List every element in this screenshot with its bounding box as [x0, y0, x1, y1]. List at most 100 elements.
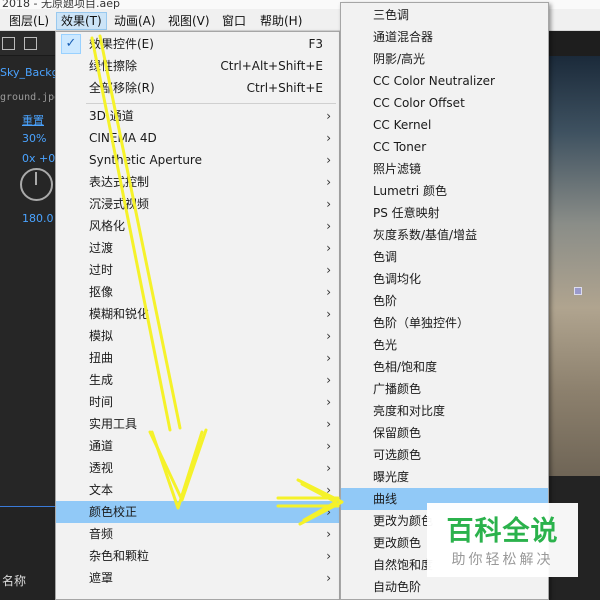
- submenu-item-label: PS 任意映射: [373, 206, 440, 220]
- menu-category-item[interactable]: 模糊和锐化 ›: [56, 303, 339, 325]
- anchor-handle-icon[interactable]: [574, 287, 582, 295]
- submenu-item-label: 色调均化: [373, 272, 422, 286]
- file-name: ground.jpg: [0, 92, 61, 103]
- submenu-item[interactable]: CC Kernel: [341, 114, 548, 136]
- menu-item-label: 全部移除(R): [89, 81, 155, 95]
- submenu-item[interactable]: 灰度系数/基值/增益: [341, 224, 548, 246]
- submenu-item[interactable]: 保留颜色: [341, 422, 548, 444]
- menu-category-item[interactable]: 抠像 ›: [56, 281, 339, 303]
- menu-category-item[interactable]: 杂色和颗粒 ›: [56, 545, 339, 567]
- menu-category-item[interactable]: 沉浸式视频 ›: [56, 193, 339, 215]
- chevron-right-icon: ›: [326, 285, 331, 299]
- menu-category-item[interactable]: Synthetic Aperture ›: [56, 149, 339, 171]
- menu-help[interactable]: 帮助(H): [256, 12, 306, 30]
- submenu-item[interactable]: 色阶（单独控件）: [341, 312, 548, 334]
- menu-category-item[interactable]: 模拟 ›: [56, 325, 339, 347]
- chevron-right-icon: ›: [326, 131, 331, 145]
- menu-category-label: 通道: [89, 439, 114, 453]
- submenu-item[interactable]: 色阶: [341, 290, 548, 312]
- chevron-right-icon: ›: [326, 571, 331, 585]
- chevron-right-icon: ›: [326, 527, 331, 541]
- menu-category-label: 时间: [89, 395, 114, 409]
- menu-item-wire-wipe[interactable]: 绿性擦除 Ctrl+Alt+Shift+E: [56, 55, 339, 77]
- submenu-item[interactable]: CC Color Offset: [341, 92, 548, 114]
- chevron-right-icon: ›: [326, 483, 331, 497]
- menu-category-item[interactable]: 过渡 ›: [56, 237, 339, 259]
- submenu-item[interactable]: 三色调: [341, 4, 548, 26]
- submenu-item-label: 灰度系数/基值/增益: [373, 228, 478, 242]
- menu-category-label: Synthetic Aperture: [89, 153, 202, 167]
- menu-category-item[interactable]: 扭曲 ›: [56, 347, 339, 369]
- menu-category-label: 颜色校正: [89, 505, 138, 519]
- menu-category-label: CINEMA 4D: [89, 131, 157, 145]
- submenu-item-label: CC Toner: [373, 140, 427, 154]
- snap-tool-icon[interactable]: [2, 37, 15, 50]
- chevron-right-icon: ›: [326, 505, 331, 519]
- submenu-item[interactable]: Lumetri 颜色: [341, 180, 548, 202]
- submenu-item[interactable]: PS 任意映射: [341, 202, 548, 224]
- viewer-header: [548, 31, 600, 56]
- menu-category-label: 模糊和锐化: [89, 307, 150, 321]
- menu-category-item[interactable]: 遮罩 ›: [56, 567, 339, 589]
- submenu-item[interactable]: 自动色阶: [341, 576, 548, 598]
- submenu-item-label: 更改颜色: [373, 536, 422, 550]
- menu-category-item[interactable]: 音频 ›: [56, 523, 339, 545]
- menu-category-item[interactable]: 时间 ›: [56, 391, 339, 413]
- submenu-item-label: 三色调: [373, 8, 410, 22]
- menu-category-item[interactable]: 实用工具 ›: [56, 413, 339, 435]
- chevron-right-icon: ›: [326, 395, 331, 409]
- submenu-item[interactable]: 照片滤镜: [341, 158, 548, 180]
- rectangle-tool-icon[interactable]: [24, 37, 37, 50]
- menu-category-item[interactable]: 生成 ›: [56, 369, 339, 391]
- menu-category-item[interactable]: 通道 ›: [56, 435, 339, 457]
- submenu-item-label: 广播颜色: [373, 382, 422, 396]
- menu-view[interactable]: 视图(V): [164, 12, 214, 30]
- menu-category-item[interactable]: 3D 通道 ›: [56, 105, 339, 127]
- submenu-item[interactable]: 曝光度: [341, 466, 548, 488]
- menu-category-item[interactable]: 过时 ›: [56, 259, 339, 281]
- menu-layer[interactable]: 图层(L): [5, 12, 53, 30]
- checkmark-icon: ✓: [61, 34, 81, 54]
- submenu-item[interactable]: 通道混合器: [341, 26, 548, 48]
- menu-category-label: 实用工具: [89, 417, 138, 431]
- menu-window[interactable]: 窗口: [218, 12, 250, 30]
- submenu-item[interactable]: CC Toner: [341, 136, 548, 158]
- submenu-item[interactable]: 色相/饱和度: [341, 356, 548, 378]
- menu-effects[interactable]: 效果(T): [56, 12, 107, 30]
- composition-viewer[interactable]: [548, 56, 600, 476]
- submenu-item[interactable]: 色调均化: [341, 268, 548, 290]
- opacity-value[interactable]: 30%: [22, 132, 46, 145]
- menu-item-remove-all[interactable]: 全部移除(R) Ctrl+Shift+E: [56, 77, 339, 99]
- menu-animation[interactable]: 动画(A): [110, 12, 160, 30]
- submenu-item-label: 更改为颜色: [373, 514, 434, 528]
- chevron-right-icon: ›: [326, 373, 331, 387]
- menu-item-effect-controls[interactable]: ✓ 效果控件(E) F3: [56, 33, 339, 55]
- submenu-item[interactable]: 阴影/高光: [341, 48, 548, 70]
- chevron-right-icon: ›: [326, 351, 331, 365]
- chevron-right-icon: ›: [326, 329, 331, 343]
- submenu-item[interactable]: 可选颜色: [341, 444, 548, 466]
- rotation-dial[interactable]: [20, 168, 53, 201]
- menu-category-item[interactable]: 风格化 ›: [56, 215, 339, 237]
- rotation-value[interactable]: 180.0: [22, 212, 54, 225]
- reset-link[interactable]: 重置: [22, 112, 44, 128]
- submenu-item[interactable]: 广播颜色: [341, 378, 548, 400]
- menu-separator: [86, 103, 336, 104]
- menu-category-item[interactable]: 表达式控制 ›: [56, 171, 339, 193]
- submenu-item[interactable]: 色光: [341, 334, 548, 356]
- submenu-item-label: 自动色阶: [373, 580, 422, 594]
- menu-item-shortcut: F3: [308, 37, 323, 51]
- submenu-item-label: 通道混合器: [373, 30, 434, 44]
- submenu-item[interactable]: 色调: [341, 246, 548, 268]
- menu-category-label: 杂色和颗粒: [89, 549, 150, 563]
- menu-category-item[interactable]: CINEMA 4D ›: [56, 127, 339, 149]
- menu-category-label: 过时: [89, 263, 114, 277]
- menu-category-item[interactable]: 文本 ›: [56, 479, 339, 501]
- layer-name[interactable]: Sky_Backgr: [0, 66, 63, 79]
- submenu-item[interactable]: 亮度和对比度: [341, 400, 548, 422]
- menu-category-item[interactable]: 透视 ›: [56, 457, 339, 479]
- submenu-item[interactable]: CC Color Neutralizer: [341, 70, 548, 92]
- menu-category-label: 过渡: [89, 241, 114, 255]
- menu-category-item[interactable]: 颜色校正 ›: [56, 501, 339, 523]
- watermark-title: 百科全说: [446, 516, 559, 547]
